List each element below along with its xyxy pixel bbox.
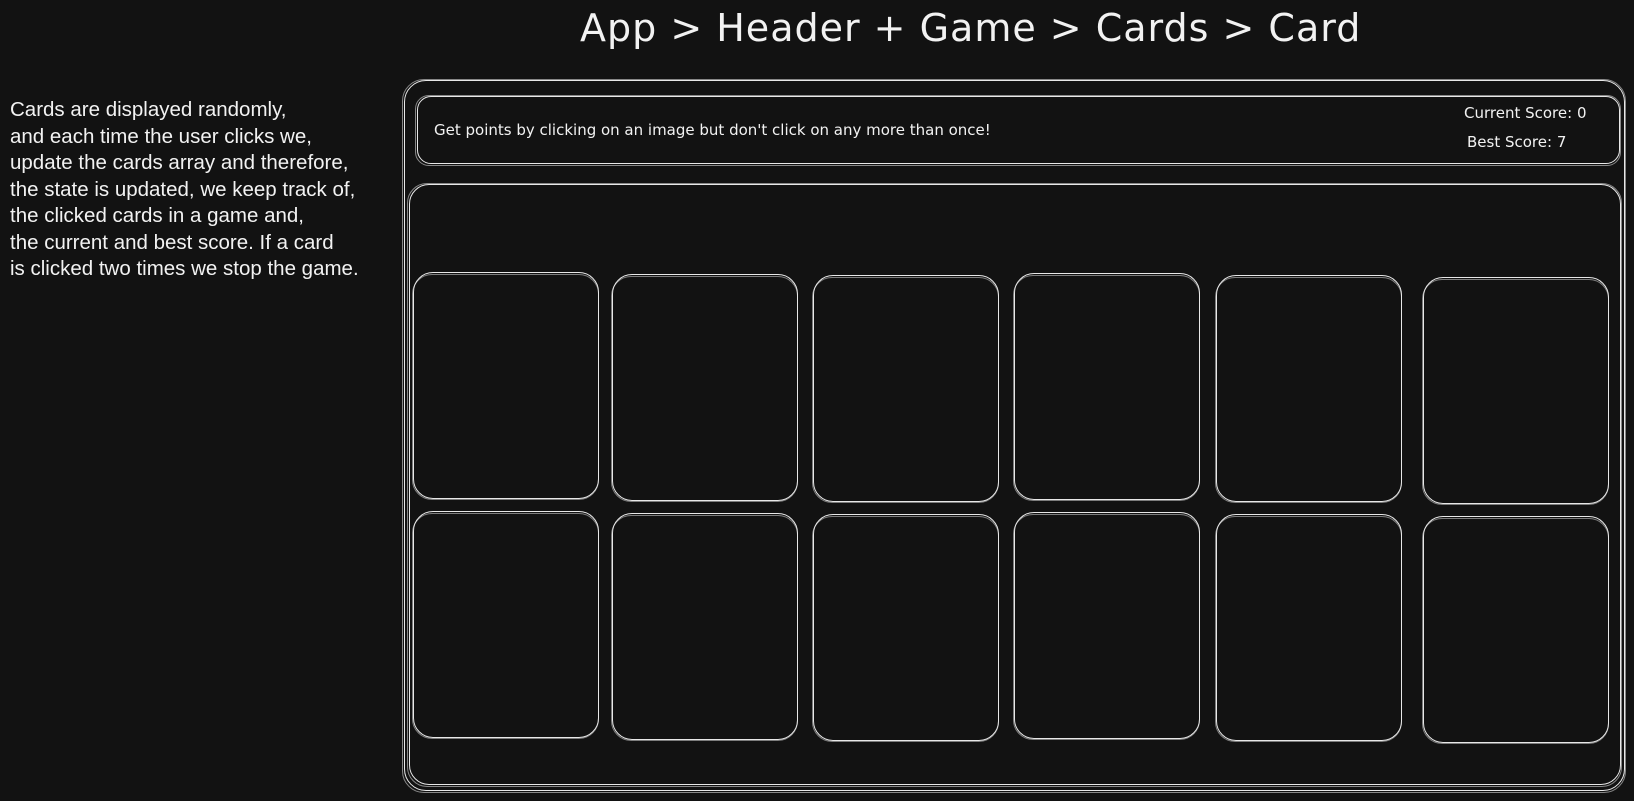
current-score: Current Score: 0 — [1464, 104, 1587, 122]
card[interactable] — [812, 514, 999, 742]
diagram-title: App > Header + Game > Cards > Card — [580, 6, 1362, 50]
card[interactable] — [611, 513, 798, 741]
description-text: Cards are displayed randomly, and each t… — [10, 97, 405, 283]
card[interactable] — [412, 272, 599, 500]
description-line: the current and best score. If a card — [10, 230, 334, 254]
card[interactable] — [1013, 512, 1200, 740]
card[interactable] — [1215, 275, 1402, 503]
description-line: the state is updated, we keep track of, — [10, 177, 356, 201]
description-line: is clicked two times we stop the game. — [10, 257, 359, 280]
card[interactable] — [1215, 514, 1402, 742]
description-line: Cards are displayed randomly, — [10, 98, 287, 121]
card[interactable] — [611, 274, 798, 502]
description-line: and each time the user clicks we, — [10, 124, 312, 148]
best-score: Best Score: 7 — [1467, 133, 1567, 151]
description-line: update the cards array and therefore, — [10, 151, 349, 174]
card[interactable] — [412, 511, 599, 739]
description-line: the clicked cards in a game and, — [10, 204, 304, 227]
header-instruction: Get points by clicking on an image but d… — [434, 121, 991, 139]
card[interactable] — [812, 275, 999, 503]
card[interactable] — [1422, 277, 1609, 505]
card[interactable] — [1013, 273, 1200, 501]
card[interactable] — [1422, 516, 1609, 744]
